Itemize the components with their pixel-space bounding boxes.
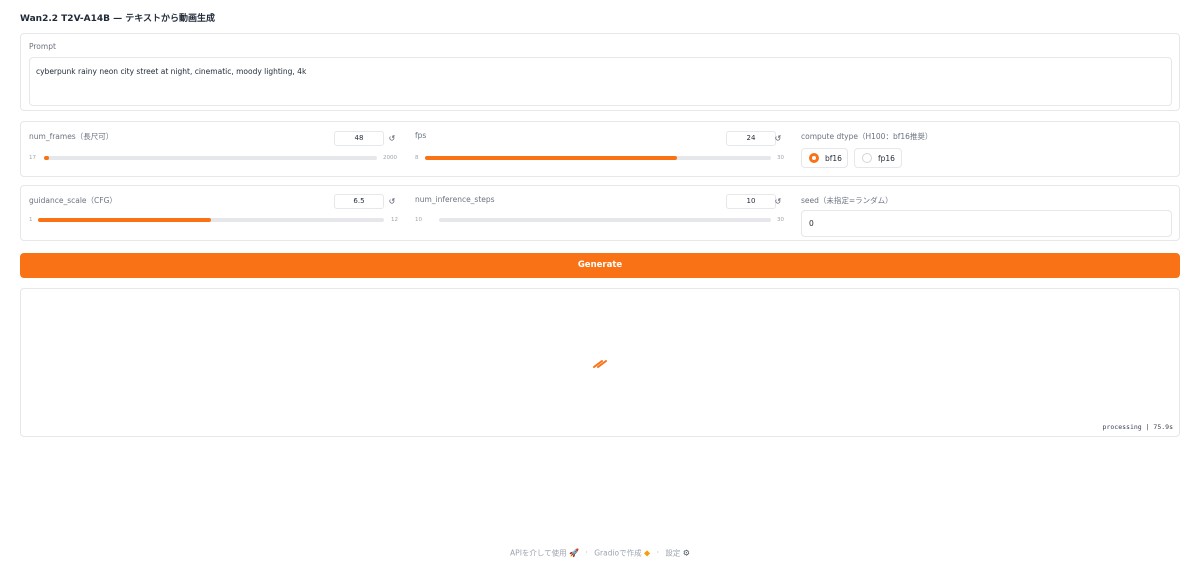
guidance-scale-label: guidance_scale（CFG） xyxy=(29,196,117,205)
footer-separator: · xyxy=(585,548,588,557)
footer-settings-label: 設定 xyxy=(665,548,681,557)
gradio-logo-icon: ◆ xyxy=(644,548,651,557)
fps-input[interactable]: 24 xyxy=(726,131,776,146)
compute-dtype-label: compute dtype（H100：bf16推奨） xyxy=(801,132,933,141)
loading-spinner-icon xyxy=(592,355,608,374)
radio-fp16-indicator xyxy=(862,153,872,163)
prompt-label: Prompt xyxy=(29,42,56,51)
radio-bf16[interactable]: bf16 xyxy=(801,148,848,168)
footer-gradio-link[interactable]: Gradioで作成 ◆ xyxy=(594,548,650,557)
inference-steps-max: 30 xyxy=(777,217,784,223)
inference-steps-min: 10 xyxy=(415,217,422,223)
fps-label: fps xyxy=(415,131,427,140)
radio-bf16-indicator xyxy=(809,153,819,163)
footer: APIを介して使用 🚀 · Gradioで作成 ◆ · 設定 ⚙ xyxy=(0,547,1200,558)
prompt-panel: Prompt cyberpunk rainy neon city street … xyxy=(20,33,1180,111)
num-frames-max: 2000 xyxy=(383,155,397,161)
num-frames-min: 17 xyxy=(29,155,36,161)
num-frames-input[interactable]: 48 xyxy=(334,131,384,146)
guidance-scale-reset-icon[interactable]: ↺ xyxy=(387,195,397,208)
num-frames-slider[interactable] xyxy=(44,156,377,160)
num-frames-label: num_frames（長尺可） xyxy=(29,132,114,141)
inference-steps-slider[interactable] xyxy=(439,218,771,222)
output-panel: processing | 75.9s xyxy=(20,288,1180,437)
fps-max: 30 xyxy=(777,155,784,161)
rocket-icon: 🚀 xyxy=(569,548,580,557)
footer-api-link[interactable]: APIを介して使用 🚀 xyxy=(510,548,579,557)
gear-icon: ⚙ xyxy=(682,548,690,557)
inference-steps-input[interactable]: 10 xyxy=(726,194,776,209)
num-frames-reset-icon[interactable]: ↺ xyxy=(387,132,397,145)
seed-input[interactable]: 0 xyxy=(801,210,1172,237)
footer-gradio-label: Gradioで作成 xyxy=(594,548,642,557)
footer-separator: · xyxy=(656,548,659,557)
settings-row-2: guidance_scale（CFG） 6.5 ↺ 1 12 num_infer… xyxy=(20,185,1180,241)
footer-api-label: APIを介して使用 xyxy=(510,548,567,557)
guidance-scale-min: 1 xyxy=(29,217,33,223)
processing-status: processing | 75.9s xyxy=(1102,423,1173,431)
radio-bf16-label: bf16 xyxy=(825,153,842,163)
fps-reset-icon[interactable]: ↺ xyxy=(773,132,783,145)
num-frames-slider-fill xyxy=(44,156,50,160)
inference-steps-label: num_inference_steps xyxy=(415,195,495,204)
seed-label: seed（未指定=ランダム） xyxy=(801,196,893,205)
fps-min: 8 xyxy=(415,155,419,161)
inference-steps-reset-icon[interactable]: ↺ xyxy=(773,195,783,208)
guidance-scale-max: 12 xyxy=(391,217,398,223)
app-title: Wan2.2 T2V-A14B — テキストから動画生成 xyxy=(20,14,215,24)
guidance-scale-input[interactable]: 6.5 xyxy=(334,194,384,209)
settings-row-1: num_frames（長尺可） 48 ↺ 17 2000 fps 24 ↺ 8 … xyxy=(20,121,1180,177)
prompt-textarea[interactable]: cyberpunk rainy neon city street at nigh… xyxy=(29,57,1172,106)
guidance-scale-slider[interactable] xyxy=(38,218,384,222)
footer-settings-link[interactable]: 設定 ⚙ xyxy=(665,548,690,557)
fps-slider-fill xyxy=(425,156,677,160)
guidance-scale-slider-fill xyxy=(38,218,211,222)
fps-slider[interactable] xyxy=(425,156,771,160)
radio-fp16[interactable]: fp16 xyxy=(854,148,902,168)
radio-fp16-label: fp16 xyxy=(878,153,895,163)
generate-button[interactable]: Generate xyxy=(20,253,1180,278)
